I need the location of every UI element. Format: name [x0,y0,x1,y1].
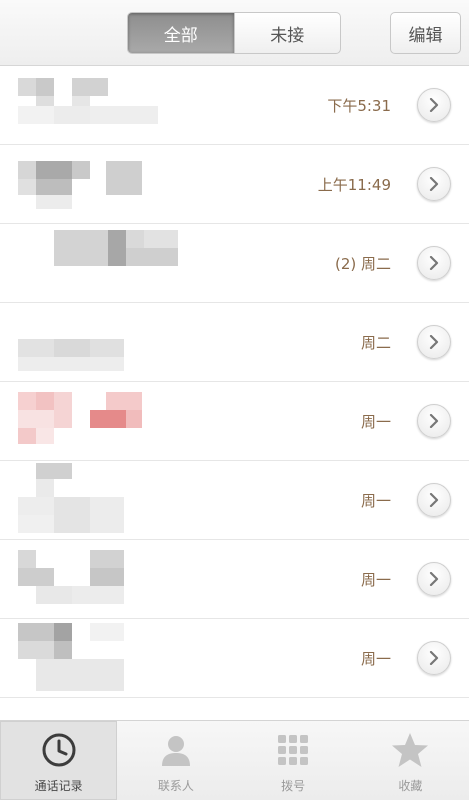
top-bar: 全部 未接 编辑 [0,0,469,66]
contact-name-redacted [0,382,300,461]
chevron-right-icon [429,572,439,586]
chevron-right-icon [429,493,439,507]
call-detail-button[interactable] [417,246,451,280]
call-time: 周一 [360,571,391,589]
call-log-row[interactable]: 周一 [0,461,469,540]
tab-label: 通话记录 [34,779,83,793]
tab-label: 收藏 [398,779,423,793]
contact-name-redacted [0,540,300,619]
call-time: (2) 周二 [334,255,391,273]
call-log-row[interactable]: 上午11:49 [0,145,469,224]
call-log-row[interactable]: 周一 [0,619,469,698]
contact-name-redacted [0,145,300,224]
chevron-right-icon [429,98,439,112]
chevron-right-icon [429,177,439,191]
call-time: 周二 [360,334,391,352]
call-detail-button[interactable] [417,167,451,201]
tab-contacts[interactable]: 联系人 [117,721,234,800]
star-icon [391,733,429,767]
chevron-right-icon [429,335,439,349]
person-icon [158,733,194,767]
chevron-right-icon [429,256,439,270]
call-log-list: 下午5:31 上午11:49 (2) 周二 周二 周一 周一 周一 周一 [0,66,469,698]
contact-name-redacted [0,619,300,698]
call-detail-button[interactable] [417,325,451,359]
call-detail-button[interactable] [417,562,451,596]
call-log-row[interactable]: 周一 [0,540,469,619]
contact-name-redacted [0,66,300,145]
call-time: 周一 [360,650,391,668]
call-time: 周一 [360,413,391,431]
call-detail-button[interactable] [417,404,451,438]
call-log-row[interactable]: 下午5:31 [0,66,469,145]
call-detail-button[interactable] [417,483,451,517]
call-log-row[interactable]: 周二 [0,303,469,382]
filter-missed-tab[interactable]: 未接 [233,13,341,53]
keypad-icon [276,733,310,767]
edit-button[interactable]: 编辑 [390,12,461,54]
tab-label: 联系人 [157,779,194,793]
call-time: 上午11:49 [317,176,391,194]
tab-dialpad[interactable]: 拨号 [235,721,352,800]
tab-favorites[interactable]: 收藏 [352,721,469,800]
chevron-right-icon [429,651,439,665]
clock-icon [40,733,78,767]
filter-all-tab[interactable]: 全部 [128,13,234,53]
bottom-tab-bar: 通话记录 联系人 拨号 收藏 [0,720,469,800]
call-time: 周一 [360,492,391,510]
tab-call-log[interactable]: 通话记录 [0,721,118,800]
contact-name-redacted [0,224,300,303]
call-log-row[interactable]: (2) 周二 [0,224,469,303]
contact-name-redacted [0,303,300,382]
call-filter-segmented-control: 全部 未接 [127,12,341,54]
call-detail-button[interactable] [417,641,451,675]
call-time: 下午5:31 [327,97,391,115]
call-log-row[interactable]: 周一 [0,382,469,461]
tab-label: 拨号 [281,779,306,793]
call-detail-button[interactable] [417,88,451,122]
contact-name-redacted [0,461,300,540]
chevron-right-icon [429,414,439,428]
